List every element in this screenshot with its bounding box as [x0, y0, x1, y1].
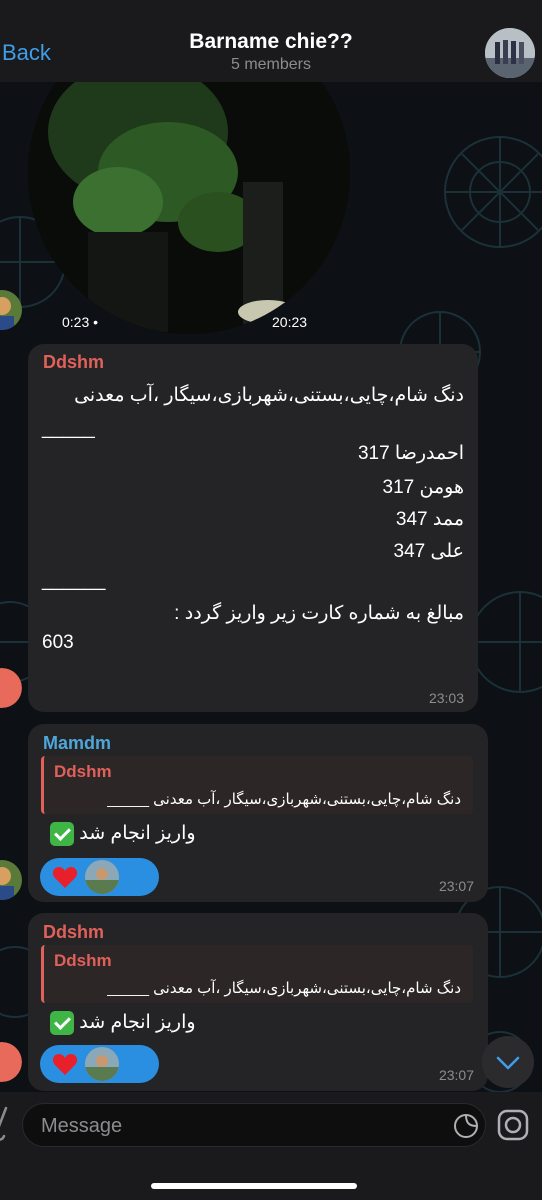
download-icon[interactable]: [200, 172, 350, 334]
message-text: ______: [42, 570, 106, 591]
reaction-chip[interactable]: [40, 858, 159, 896]
reply-sender: Ddshm: [54, 762, 112, 781]
sticker-icon[interactable]: [453, 1113, 479, 1139]
reactor-avatar: [85, 860, 119, 894]
heart-icon: [52, 1054, 78, 1075]
reply-text: دنگ شام،چایی،بستنی،شهربازی،سیگار ،آب معد…: [107, 980, 461, 997]
message-input[interactable]: Message: [22, 1103, 486, 1147]
reactor-avatar: [85, 1047, 119, 1081]
message-text: واریز انجام شد: [46, 822, 196, 846]
message-bubble[interactable]: Ddshm دنگ شام،چایی،بستنی،شهربازی،سیگار ،…: [28, 344, 478, 712]
message-text: واریز انجام شد: [46, 1011, 196, 1035]
message-bubble[interactable]: Mamdm Ddshm دنگ شام،چایی،بستنی،شهربازی،س…: [28, 724, 488, 902]
message-text: _____: [42, 418, 95, 439]
group-avatar[interactable]: [485, 28, 535, 78]
message-text: مبالغ به شماره کارت زیر واریز گردد :: [174, 603, 464, 624]
message-text: علی 347: [393, 541, 464, 562]
reaction-chip[interactable]: [40, 1045, 159, 1083]
message-bubble[interactable]: Ddshm Ddshm دنگ شام،چایی،بستنی،شهربازی،س…: [28, 913, 488, 1091]
chat-header: Back Barname chie?? 5 members: [0, 0, 542, 82]
input-bar: Message: [0, 1092, 542, 1200]
sender-name[interactable]: Mamdm: [43, 733, 111, 754]
sender-name[interactable]: Ddshm: [43, 352, 104, 373]
attach-icon[interactable]: [0, 1104, 10, 1144]
scroll-to-bottom-button[interactable]: [482, 1036, 534, 1088]
card-number[interactable]: 603: [42, 632, 74, 654]
message-placeholder: Message: [41, 1115, 123, 1137]
message-text: هومن 317: [382, 477, 464, 498]
member-count: 5 members: [230, 56, 312, 73]
message-time: 23:07: [438, 878, 474, 894]
chat-title[interactable]: Barname chie??: [0, 30, 542, 54]
home-indicator[interactable]: [151, 1183, 357, 1189]
message-text: احمدرضا 317: [357, 443, 464, 464]
reply-quote[interactable]: Ddshm دنگ شام،چایی،بستنی،شهربازی،سیگار ،…: [41, 945, 473, 1003]
message-text: دنگ شام،چایی،بستنی،شهربازی،سیگار ،آب معد…: [74, 385, 464, 406]
camera-icon[interactable]: [496, 1108, 530, 1142]
message-time: 23:07: [438, 1067, 474, 1083]
check-mark-icon: [50, 1011, 74, 1035]
heart-icon: [52, 867, 78, 888]
message-time: 23:03: [428, 690, 464, 706]
sender-name[interactable]: Ddshm: [43, 922, 104, 943]
video-duration: 0:23 •: [62, 314, 99, 330]
video-message-area: 0:23 • 20:23: [0, 82, 542, 342]
reply-text: دنگ شام،چایی،بستنی،شهربازی،سیگار ،آب معد…: [107, 791, 461, 808]
video-timestamp: 20:23: [272, 314, 308, 330]
round-video-message[interactable]: [28, 82, 350, 334]
message-text: ممد 347: [395, 509, 464, 530]
reply-quote[interactable]: Ddshm دنگ شام،چایی،بستنی،شهربازی،سیگار ،…: [41, 756, 473, 814]
reply-sender: Ddshm: [54, 951, 112, 970]
chevron-down-icon: [496, 1056, 520, 1070]
check-mark-icon: [50, 822, 74, 846]
